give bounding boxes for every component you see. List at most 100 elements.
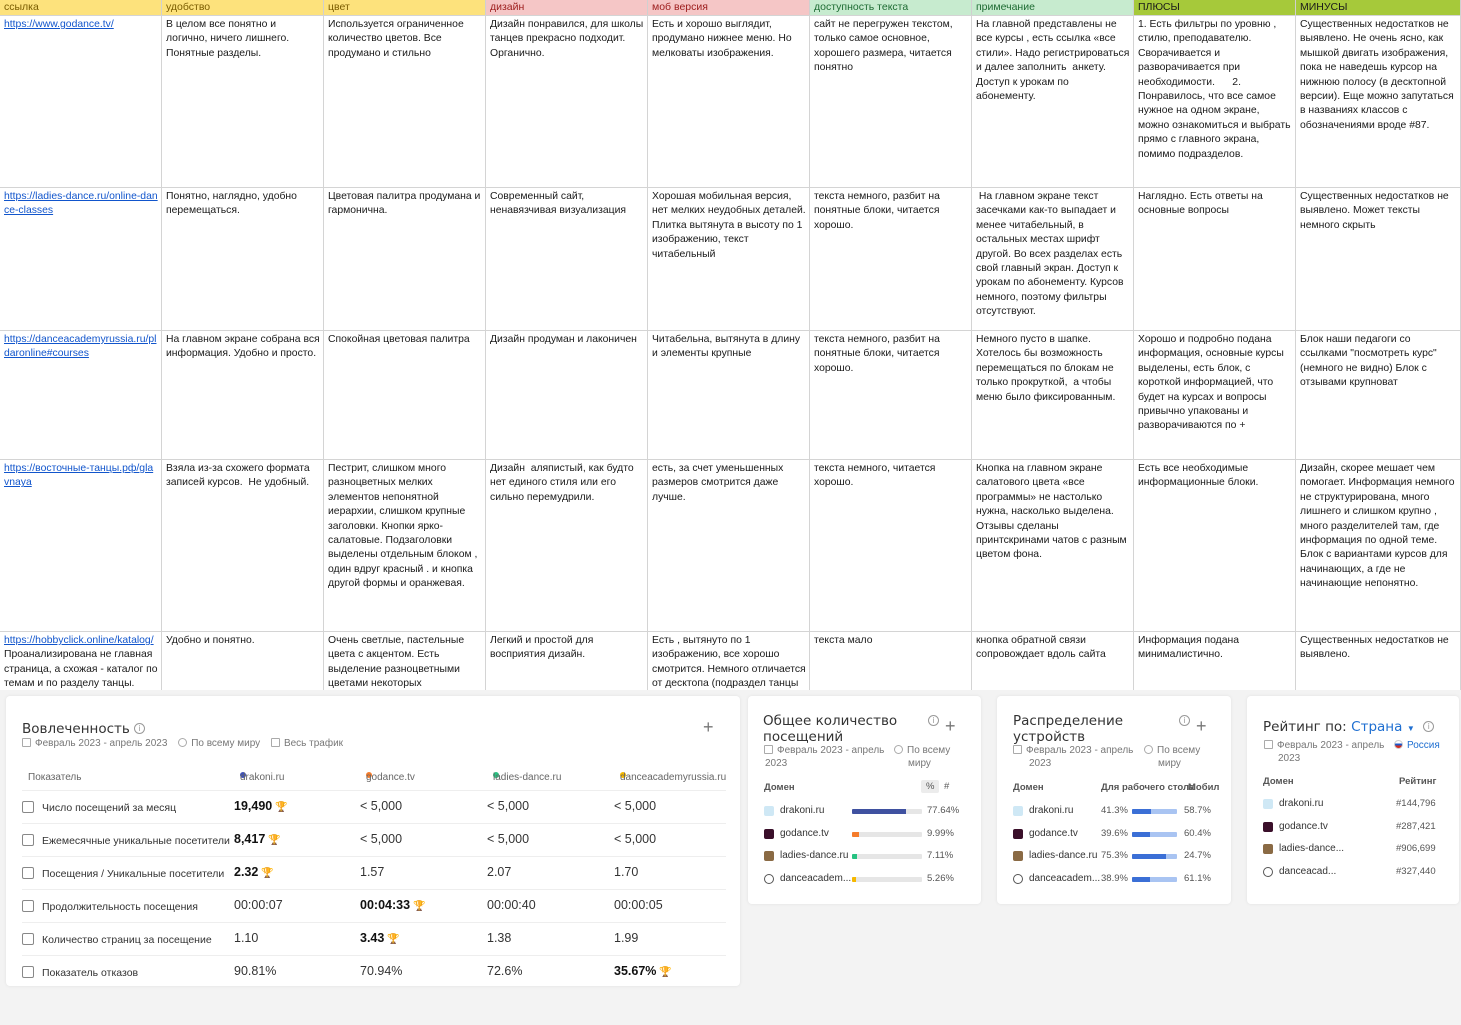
metric-value: 00:00:05 <box>614 898 663 912</box>
sheet-header-cell[interactable]: цвет <box>324 0 486 15</box>
table-cell[interactable]: сайт не перегружен текстом, только самое… <box>810 16 972 187</box>
table-cell[interactable]: Читабельна, вытянута в длину и элементы … <box>648 331 810 459</box>
table-cell[interactable]: Легкий и простой для восприятия дизайн. <box>486 632 648 690</box>
domain-name[interactable]: ladies-dance.ru <box>780 850 848 861</box>
table-cell[interactable]: Взяла из-за схожего формата записей курс… <box>162 460 324 631</box>
devices-region[interactable]: По всему миру <box>1144 744 1224 770</box>
table-cell[interactable]: Удобно и понятно. <box>162 632 324 690</box>
domain-name[interactable]: drakoni.ru <box>1029 805 1073 816</box>
table-cell[interactable]: Современный сайт, ненавязчивая визуализа… <box>486 188 648 330</box>
site-link[interactable]: https://восточные-танцы.рф/glavnaya <box>4 463 153 488</box>
table-cell[interactable]: Цветовая палитра продумана и гармонична. <box>324 188 486 330</box>
table-cell[interactable]: Используется ограниченное количество цве… <box>324 16 486 187</box>
domain-name[interactable]: danceacadem... <box>780 873 851 884</box>
table-cell[interactable]: 1. Есть фильтры по уровню , стилю, препо… <box>1134 16 1296 187</box>
sheet-header-cell[interactable]: дизайн <box>486 0 648 15</box>
table-cell[interactable]: Хорошая мобильная версия, нет мелких неу… <box>648 188 810 330</box>
link-cell[interactable]: https://danceacademyrussia.ru/pldaronlin… <box>0 331 162 459</box>
table-cell[interactable]: текста немного, читается хорошо. <box>810 460 972 631</box>
info-icon[interactable]: i <box>928 715 939 726</box>
engagement-region[interactable]: По всему миру <box>191 738 260 749</box>
visits-date[interactable]: Февраль 2023 - апрель 2023 <box>764 744 894 770</box>
table-cell[interactable]: Есть все необходимые информационные блок… <box>1134 460 1296 631</box>
link-cell[interactable]: https://ladies-dance.ru/online-dance-cla… <box>0 188 162 330</box>
table-cell[interactable]: кнопка обратной связи сопровождает вдоль… <box>972 632 1134 690</box>
table-cell[interactable]: Существенных недостатков не выявлено. Мо… <box>1296 188 1461 330</box>
flag-russia-icon <box>1394 740 1403 749</box>
domain-name[interactable]: godance.tv <box>1029 828 1078 839</box>
link-cell[interactable]: https://hobbyclick.online/katalog/Проана… <box>0 632 162 690</box>
count-toggle[interactable]: # <box>944 781 949 792</box>
add-icon[interactable]: + <box>945 717 956 735</box>
domain-name[interactable]: ladies-dance.ru <box>1029 850 1097 861</box>
sheet-header-cell[interactable]: МИНУСЫ <box>1296 0 1461 15</box>
table-cell[interactable]: Понятно, наглядно, удобно перемещаться. <box>162 188 324 330</box>
devices-date[interactable]: Февраль 2023 - апрель 2023 <box>1013 744 1143 770</box>
table-cell[interactable]: Есть , вытянуто по 1 изображению, все хо… <box>648 632 810 690</box>
table-cell[interactable]: текста немного, разбит на понятные блоки… <box>810 188 972 330</box>
table-cell[interactable]: Существенных недостатков не выявлено. <box>1296 632 1461 690</box>
engagement-date[interactable]: Февраль 2023 - апрель 2023 <box>35 738 167 749</box>
info-icon[interactable]: i <box>1423 721 1435 733</box>
domain-name[interactable]: danceacadem... <box>1029 873 1100 884</box>
table-cell[interactable]: Блок наши педагоги со ссылками "посмотре… <box>1296 331 1461 459</box>
table-cell[interactable]: Немного пусто в шапке. Хотелось бы возмо… <box>972 331 1134 459</box>
visits-region[interactable]: По всему миру <box>894 744 974 770</box>
table-cell[interactable]: Дизайн, скорее мешает чем помогает. Инфо… <box>1296 460 1461 631</box>
link-cell[interactable]: https://www.godance.tv/ <box>0 16 162 187</box>
add-icon[interactable]: + <box>1196 717 1207 735</box>
sheet-header-cell[interactable]: удобство <box>162 0 324 15</box>
domain-name: danceacademyrussia.ru <box>620 772 727 783</box>
table-cell[interactable]: Спокойная цветовая палитра <box>324 331 486 459</box>
rating-date[interactable]: Февраль 2023 - апрель 2023 <box>1264 739 1389 765</box>
domain-name[interactable]: drakoni.ru <box>780 805 824 816</box>
table-cell[interactable]: На главном экране текст засечками как-то… <box>972 188 1134 330</box>
table-cell[interactable]: Существенных недостатков не выявлено. Не… <box>1296 16 1461 187</box>
sheet-header-cell[interactable]: моб версия <box>648 0 810 15</box>
table-cell[interactable]: На главном экране собрана вся информация… <box>162 331 324 459</box>
sheet-header-cell[interactable]: ссылка <box>0 0 162 15</box>
pct-toggle[interactable]: % <box>921 780 940 793</box>
table-cell[interactable]: Дизайн продуман и лаконичен <box>486 331 648 459</box>
domain-name[interactable]: ladies-dance... <box>1279 843 1344 854</box>
table-cell[interactable]: Есть и хорошо выглядит, продумано нижнее… <box>648 16 810 187</box>
table-cell[interactable]: В целом все понятно и логично, ничего ли… <box>162 16 324 187</box>
table-cell[interactable]: Наглядно. Есть ответы на основные вопрос… <box>1134 188 1296 330</box>
site-link[interactable]: https://danceacademyrussia.ru/pldaronlin… <box>4 334 156 359</box>
table-cell[interactable]: Хорошо и подробно подана информация, осн… <box>1134 331 1296 459</box>
metric-value: 3.43 🏆 <box>360 931 400 945</box>
table-cell[interactable]: Пестрит, слишком много разноцветных мелк… <box>324 460 486 631</box>
domain-name[interactable]: drakoni.ru <box>1279 798 1323 809</box>
domain-name[interactable]: godance.tv <box>780 828 829 839</box>
sheet-header-cell[interactable]: ПЛЮСЫ <box>1134 0 1296 15</box>
engagement-traffic[interactable]: Весь трафик <box>284 738 343 749</box>
site-link[interactable]: https://hobbyclick.online/katalog/ <box>4 635 154 646</box>
sheet-header-cell[interactable]: примечание <box>972 0 1134 15</box>
chevron-down-icon[interactable]: ▼ <box>1407 724 1415 733</box>
table-cell[interactable]: Дизайн понравился, для школы танцев прек… <box>486 16 648 187</box>
table-row: https://ladies-dance.ru/online-dance-cla… <box>0 187 1461 330</box>
info-icon[interactable]: i <box>133 723 145 735</box>
rating-country[interactable]: Россия <box>1394 739 1440 752</box>
table-cell[interactable]: На главной представлены не все курсы , е… <box>972 16 1134 187</box>
table-cell[interactable]: есть, за счет уменьшенных размеров смотр… <box>648 460 810 631</box>
sheet-header-cell[interactable]: доступность текста <box>810 0 972 15</box>
site-link[interactable]: https://ladies-dance.ru/online-dance-cla… <box>4 191 158 216</box>
table-cell[interactable]: Очень светлые, пастельные цвета с акцент… <box>324 632 486 690</box>
table-cell[interactable]: Информация подана минималистично. <box>1134 632 1296 690</box>
domain-name[interactable]: godance.tv <box>1279 821 1328 832</box>
rating-type-select[interactable]: Страна <box>1351 719 1402 735</box>
table-cell[interactable]: текста немного, разбит на понятные блоки… <box>810 331 972 459</box>
add-icon[interactable]: + <box>703 718 714 736</box>
table-cell[interactable]: Дизайн аляпистый, как будто нет единого … <box>486 460 648 631</box>
metric-label: Ежемесячные уникальные посетители <box>22 834 230 847</box>
desktop-value: 39.6% <box>1101 827 1128 839</box>
device-bar-desktop <box>1132 831 1150 837</box>
device-bar <box>1132 809 1177 814</box>
link-cell[interactable]: https://восточные-танцы.рф/glavnaya <box>0 460 162 631</box>
table-cell[interactable]: текста мало <box>810 632 972 690</box>
domain-name[interactable]: danceacad... <box>1279 866 1336 877</box>
site-link[interactable]: https://www.godance.tv/ <box>4 19 114 30</box>
table-cell[interactable]: Кнопка на главном экране салатового цвет… <box>972 460 1134 631</box>
info-icon[interactable]: i <box>1179 715 1190 726</box>
